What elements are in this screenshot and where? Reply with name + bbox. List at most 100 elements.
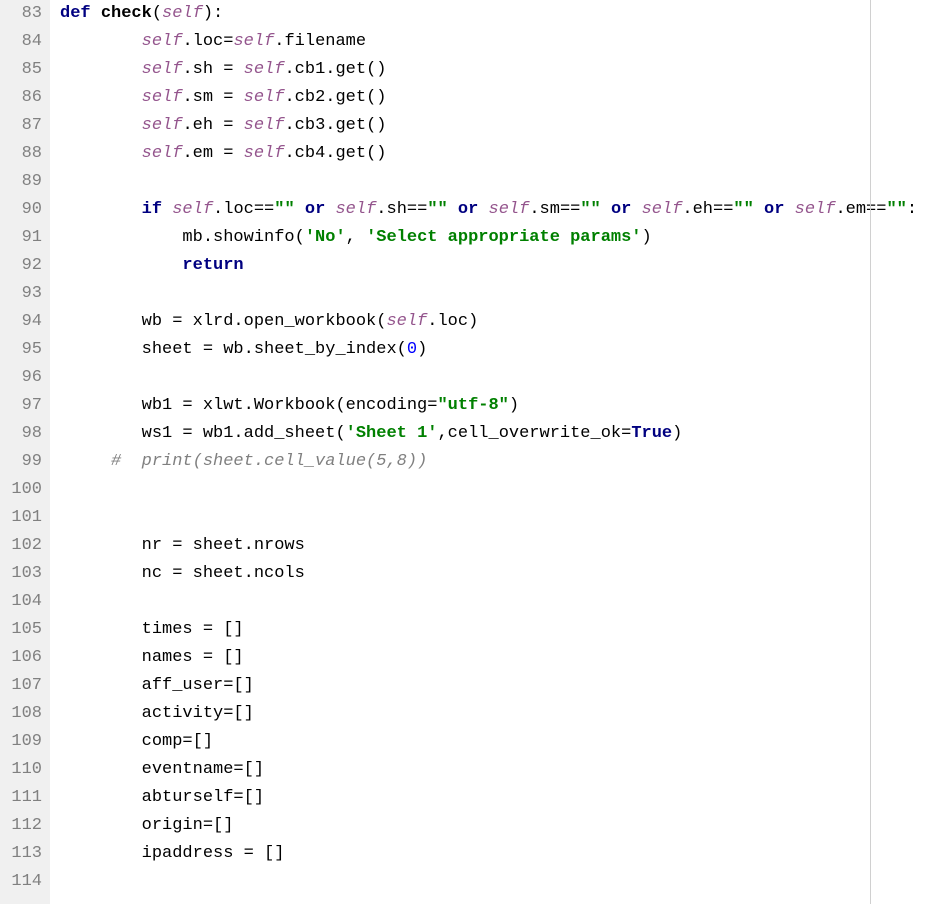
code-line[interactable]: eventname=[]	[60, 756, 939, 784]
token-slf: self	[142, 88, 183, 107]
token-op: .loc=	[182, 32, 233, 51]
token-op: .sh==	[376, 200, 427, 219]
token-op: .sh =	[182, 60, 243, 79]
code-line[interactable]: nr = sheet.nrows	[60, 532, 939, 560]
token-op: )	[672, 424, 682, 443]
token-kw: if	[142, 200, 173, 219]
code-line[interactable]	[60, 504, 939, 532]
code-line[interactable]: wb = xlrd.open_workbook(self.loc)	[60, 308, 939, 336]
right-margin-guide	[870, 0, 871, 904]
line-number: 111	[0, 784, 42, 812]
code-line[interactable]: self.eh = self.cb3.get()	[60, 112, 939, 140]
line-number: 101	[0, 504, 42, 532]
token-str: ""	[886, 200, 906, 219]
token-op: .eh =	[182, 116, 243, 135]
line-number: 106	[0, 644, 42, 672]
token-kw: def	[60, 4, 101, 23]
line-number: 102	[0, 532, 42, 560]
code-line[interactable]: self.em = self.cb4.get()	[60, 140, 939, 168]
code-line[interactable]: self.sm = self.cb2.get()	[60, 84, 939, 112]
code-line[interactable]: names = []	[60, 644, 939, 672]
code-line[interactable]	[60, 588, 939, 616]
code-line[interactable]	[60, 364, 939, 392]
token-kw: return	[182, 256, 243, 275]
token-str: ""	[427, 200, 447, 219]
line-number: 92	[0, 252, 42, 280]
code-line[interactable]: # print(sheet.cell_value(5,8))	[60, 448, 939, 476]
code-line[interactable]	[60, 868, 939, 896]
token-op: .eh==	[682, 200, 733, 219]
line-number: 100	[0, 476, 42, 504]
token-slf: self	[142, 144, 183, 163]
code-line[interactable]: self.sh = self.cb1.get()	[60, 56, 939, 84]
token-num: 0	[407, 340, 417, 359]
token-slf: self	[142, 32, 183, 51]
token-str: 'Sheet 1'	[346, 424, 438, 443]
token-op: .cb1.get()	[284, 60, 386, 79]
code-line[interactable]	[60, 476, 939, 504]
token-op: .em =	[182, 144, 243, 163]
code-line[interactable]: times = []	[60, 616, 939, 644]
token-op: .cb3.get()	[284, 116, 386, 135]
code-line[interactable]: sheet = wb.sheet_by_index(0)	[60, 336, 939, 364]
token-slf: self	[244, 116, 285, 135]
line-number: 108	[0, 700, 42, 728]
code-line[interactable]: if self.loc=="" or self.sh=="" or self.s…	[60, 196, 939, 224]
line-number: 85	[0, 56, 42, 84]
token-str: ""	[733, 200, 753, 219]
token-op: (	[152, 4, 162, 23]
line-number: 109	[0, 728, 42, 756]
line-number: 105	[0, 616, 42, 644]
code-line[interactable]: self.loc=self.filename	[60, 28, 939, 56]
token-op: .em==	[835, 200, 886, 219]
token-op: .filename	[274, 32, 366, 51]
token-op: .sm==	[529, 200, 580, 219]
line-number: 89	[0, 168, 42, 196]
token-op: )	[509, 396, 519, 415]
code-line[interactable]: origin=[]	[60, 812, 939, 840]
token-kw: or	[601, 200, 642, 219]
code-line[interactable]: aff_user=[]	[60, 672, 939, 700]
code-line[interactable]: ws1 = wb1.add_sheet('Sheet 1',cell_overw…	[60, 420, 939, 448]
line-number: 113	[0, 840, 42, 868]
token-slf: self	[795, 200, 836, 219]
token-op: )	[642, 228, 652, 247]
code-line[interactable]: activity=[]	[60, 700, 939, 728]
line-number: 83	[0, 0, 42, 28]
token-slf: self	[172, 200, 213, 219]
token-str: ""	[580, 200, 600, 219]
code-line[interactable]	[60, 168, 939, 196]
token-op: ,	[346, 228, 366, 247]
line-number: 84	[0, 28, 42, 56]
code-line[interactable]: abturself=[]	[60, 784, 939, 812]
token-kw: or	[448, 200, 489, 219]
code-line[interactable]: mb.showinfo('No', 'Select appropriate pa…	[60, 224, 939, 252]
code-line[interactable]: return	[60, 252, 939, 280]
code-line[interactable]: def check(self):	[60, 0, 939, 28]
token-boo: True	[631, 424, 672, 443]
code-line[interactable]: comp=[]	[60, 728, 939, 756]
line-number-gutter: 8384858687888990919293949596979899100101…	[0, 0, 50, 904]
token-slf: self	[142, 116, 183, 135]
line-number: 88	[0, 140, 42, 168]
code-line[interactable]: wb1 = xlwt.Workbook(encoding="utf-8")	[60, 392, 939, 420]
line-number: 87	[0, 112, 42, 140]
token-fn: check	[101, 4, 152, 23]
line-number: 110	[0, 756, 42, 784]
token-str: 'Select appropriate params'	[366, 228, 641, 247]
token-op: .cb2.get()	[284, 88, 386, 107]
token-op: ,cell_overwrite_ok=	[437, 424, 631, 443]
code-line[interactable]	[60, 280, 939, 308]
line-number: 104	[0, 588, 42, 616]
code-line[interactable]: nc = sheet.ncols	[60, 560, 939, 588]
token-slf: self	[244, 60, 285, 79]
line-number: 112	[0, 812, 42, 840]
token-cmt: # print(sheet.cell_value(5,8))	[111, 452, 427, 471]
token-slf: self	[244, 144, 285, 163]
line-number: 103	[0, 560, 42, 588]
code-line[interactable]: ipaddress = []	[60, 840, 939, 868]
code-area[interactable]: def check(self): self.loc=self.filename …	[50, 0, 939, 904]
line-number: 94	[0, 308, 42, 336]
code-editor[interactable]: 8384858687888990919293949596979899100101…	[0, 0, 939, 904]
token-str: 'No'	[305, 228, 346, 247]
